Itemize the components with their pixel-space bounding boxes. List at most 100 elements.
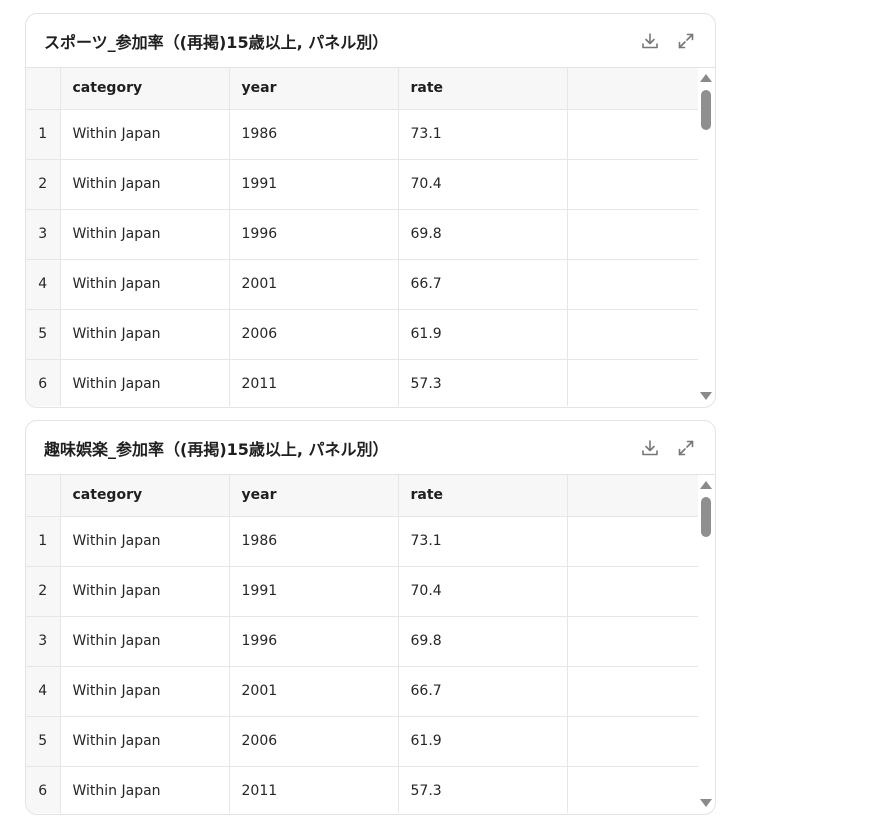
table-row: 5 Within Japan 2006 61.9 [26,309,698,360]
cell-year[interactable]: 1991 [229,159,399,210]
row-index: 1 [26,516,61,567]
cell-empty [567,359,698,406]
column-header-category[interactable]: category [60,68,230,110]
row-index: 4 [26,259,61,310]
scroll-down-arrow-icon[interactable] [700,799,712,807]
column-header-year[interactable]: year [229,475,399,517]
cell-rate[interactable]: 70.4 [398,566,568,617]
vertical-scrollbar[interactable] [699,72,713,402]
cell-empty [567,616,698,667]
column-header-category[interactable]: category [60,475,230,517]
cell-rate[interactable]: 73.1 [398,109,568,160]
dataframe-panel-hobbies: 趣味娯楽_参加率（(再掲)15歳以上, パネル別） category year … [25,420,716,815]
table-viewport[interactable]: category year rate 1 Within Japan 1986 7… [26,475,715,813]
cell-rate[interactable]: 61.9 [398,309,568,360]
cell-year[interactable]: 1996 [229,616,399,667]
cell-category[interactable]: Within Japan [60,616,230,667]
table-row: 1 Within Japan 1986 73.1 [26,109,698,160]
cell-category[interactable]: Within Japan [60,666,230,717]
expand-icon[interactable] [675,30,697,52]
panel-header: 趣味娯楽_参加率（(再掲)15歳以上, パネル別） [26,421,715,475]
cell-category[interactable]: Within Japan [60,566,230,617]
cell-rate[interactable]: 57.3 [398,766,568,813]
cell-rate[interactable]: 66.7 [398,259,568,310]
scroll-thumb[interactable] [701,90,711,130]
cell-category[interactable]: Within Japan [60,766,230,813]
cell-year[interactable]: 2001 [229,259,399,310]
table-row: 2 Within Japan 1991 70.4 [26,566,698,617]
cell-year[interactable]: 1986 [229,516,399,567]
row-index: 5 [26,309,61,360]
cell-empty [567,259,698,310]
row-index: 6 [26,359,61,406]
row-index: 3 [26,209,61,260]
column-header-index [26,68,61,110]
row-index: 1 [26,109,61,160]
row-index: 2 [26,159,61,210]
cell-empty [567,109,698,160]
download-icon[interactable] [639,437,661,459]
scroll-up-arrow-icon[interactable] [700,74,712,82]
cell-category[interactable]: Within Japan [60,359,230,406]
table-row: 6 Within Japan 2011 57.3 [26,359,698,406]
cell-category[interactable]: Within Japan [60,516,230,567]
column-header-year[interactable]: year [229,68,399,110]
data-table: category year rate 1 Within Japan 1986 7… [26,475,698,813]
cell-year[interactable]: 2006 [229,716,399,767]
data-table: category year rate 1 Within Japan 1986 7… [26,68,698,406]
dataframe-panel-sports: スポーツ_参加率（(再掲)15歳以上, パネル別） category year … [25,13,716,408]
table-viewport[interactable]: category year rate 1 Within Japan 1986 7… [26,68,715,406]
cell-rate[interactable]: 70.4 [398,159,568,210]
table-row: 4 Within Japan 2001 66.7 [26,259,698,310]
scroll-up-arrow-icon[interactable] [700,481,712,489]
scroll-thumb[interactable] [701,497,711,537]
cell-rate[interactable]: 57.3 [398,359,568,406]
cell-empty [567,666,698,717]
column-header-empty [567,68,698,110]
column-header-rate[interactable]: rate [398,68,568,110]
cell-rate[interactable]: 69.8 [398,209,568,260]
cell-year[interactable]: 1991 [229,566,399,617]
expand-icon[interactable] [675,437,697,459]
table-row: 2 Within Japan 1991 70.4 [26,159,698,210]
cell-year[interactable]: 1986 [229,109,399,160]
table-row: 5 Within Japan 2006 61.9 [26,716,698,767]
header-row: category year rate [26,475,698,517]
cell-rate[interactable]: 73.1 [398,516,568,567]
cell-category[interactable]: Within Japan [60,159,230,210]
cell-category[interactable]: Within Japan [60,109,230,160]
cell-category[interactable]: Within Japan [60,716,230,767]
cell-category[interactable]: Within Japan [60,259,230,310]
row-index: 2 [26,566,61,617]
cell-rate[interactable]: 69.8 [398,616,568,667]
panel-header: スポーツ_参加率（(再掲)15歳以上, パネル別） [26,14,715,68]
cell-empty [567,716,698,767]
table-row: 4 Within Japan 2001 66.7 [26,666,698,717]
cell-empty [567,159,698,210]
cell-empty [567,309,698,360]
cell-category[interactable]: Within Japan [60,309,230,360]
cell-empty [567,516,698,567]
column-header-empty [567,475,698,517]
table-row: 1 Within Japan 1986 73.1 [26,516,698,567]
cell-rate[interactable]: 66.7 [398,666,568,717]
table-row: 3 Within Japan 1996 69.8 [26,209,698,260]
download-icon[interactable] [639,30,661,52]
header-row: category year rate [26,68,698,110]
cell-year[interactable]: 2011 [229,359,399,406]
cell-year[interactable]: 2011 [229,766,399,813]
table-row: 6 Within Japan 2011 57.3 [26,766,698,813]
cell-rate[interactable]: 61.9 [398,716,568,767]
table-row: 3 Within Japan 1996 69.8 [26,616,698,667]
row-index: 4 [26,666,61,717]
panel-title: 趣味娯楽_参加率（(再掲)15歳以上, パネル別） [44,439,389,459]
cell-year[interactable]: 2001 [229,666,399,717]
cell-empty [567,766,698,813]
vertical-scrollbar[interactable] [699,479,713,809]
cell-year[interactable]: 2006 [229,309,399,360]
cell-year[interactable]: 1996 [229,209,399,260]
scroll-down-arrow-icon[interactable] [700,392,712,400]
column-header-rate[interactable]: rate [398,475,568,517]
row-index: 5 [26,716,61,767]
cell-category[interactable]: Within Japan [60,209,230,260]
